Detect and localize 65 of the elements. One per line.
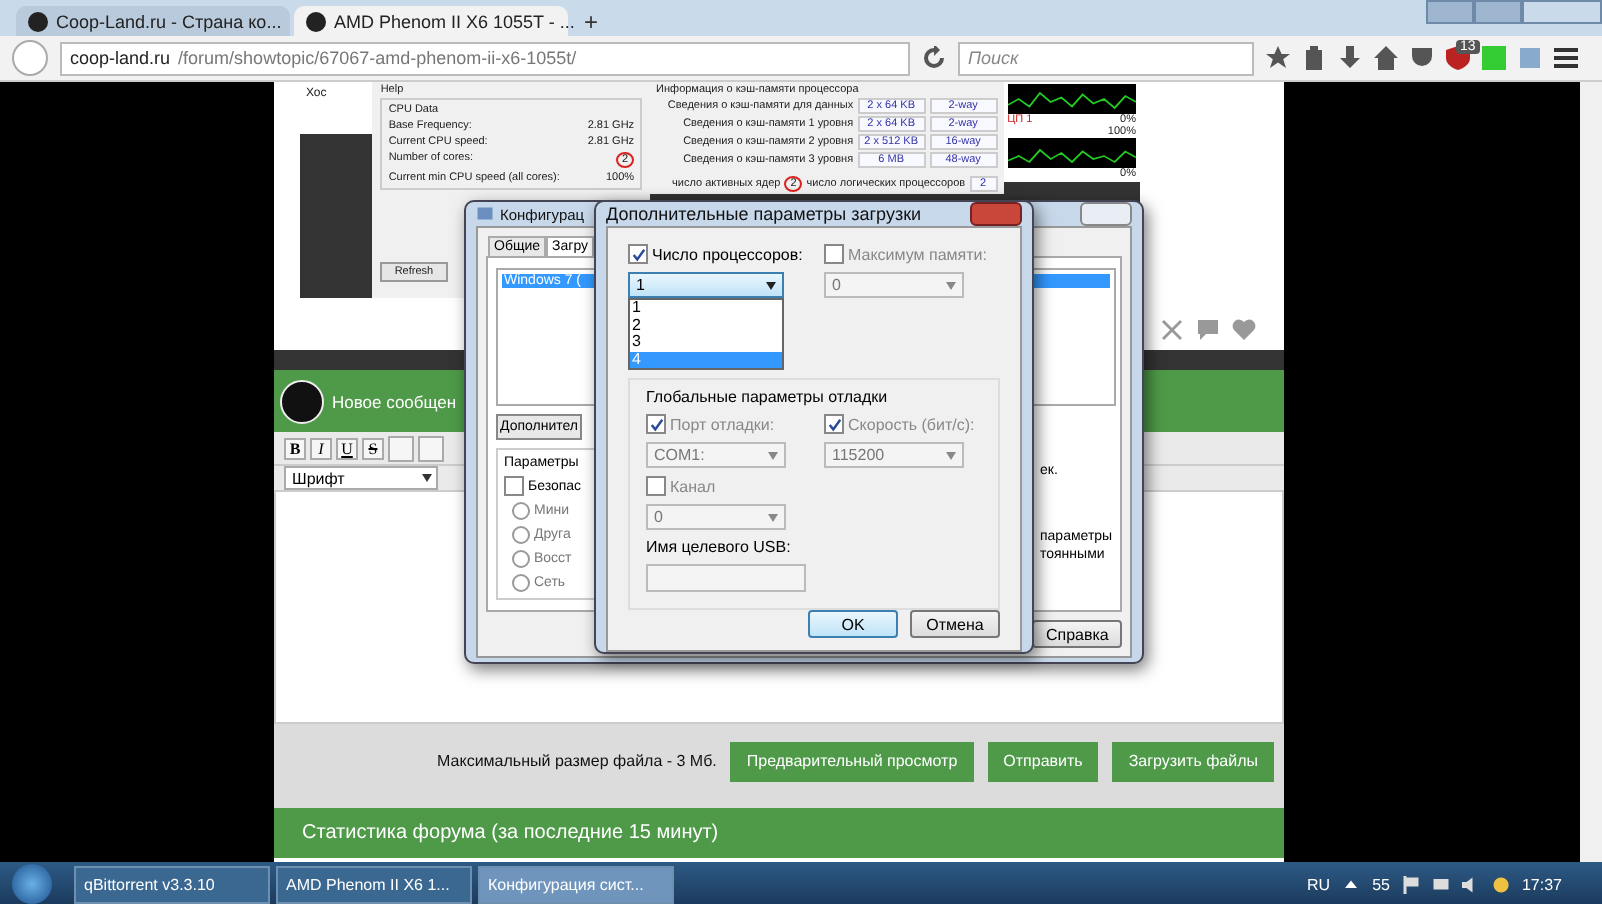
- star-icon[interactable]: [1266, 46, 1290, 70]
- dropdown-arrow-icon[interactable]: [766, 281, 776, 289]
- search-field[interactable]: Поиск: [958, 41, 1254, 75]
- dropdown-arrow-icon[interactable]: [422, 474, 432, 482]
- tray-count: 55: [1372, 875, 1390, 893]
- checkbox[interactable]: [504, 476, 524, 496]
- browser-tab[interactable]: AMD Phenom II X6 1055T - ...: [294, 6, 568, 36]
- menu-icon[interactable]: [1554, 46, 1578, 70]
- up-arrow-icon[interactable]: [1342, 875, 1361, 893]
- comment-icon[interactable]: [1196, 318, 1220, 342]
- option-label: Максимум памяти:: [848, 245, 987, 263]
- browser-tab[interactable]: Coop-Land.ru - Страна ко...: [16, 6, 290, 36]
- format-button[interactable]: U: [336, 437, 358, 459]
- close-button[interactable]: [1080, 202, 1132, 226]
- heart-icon[interactable]: [1232, 318, 1256, 342]
- clipboard-icon[interactable]: [1302, 46, 1326, 70]
- cancel-button[interactable]: Отмена: [910, 610, 1000, 638]
- taskbar-button[interactable]: AMD Phenom II X6 1...: [276, 865, 472, 903]
- new-tab-button[interactable]: +: [572, 8, 611, 36]
- reload-icon[interactable]: [922, 46, 946, 70]
- back-button[interactable]: [12, 40, 48, 76]
- file-size-note: Максимальный размер файла - 3 Мб.: [437, 752, 717, 770]
- start-button[interactable]: [12, 864, 52, 904]
- option-label: Канал: [670, 477, 716, 495]
- dropdown-option[interactable]: 3: [630, 334, 782, 351]
- avatar: [280, 379, 324, 423]
- font-select[interactable]: Шрифт: [284, 466, 438, 490]
- dropdown-option[interactable]: 1: [630, 300, 782, 317]
- language-indicator[interactable]: RU: [1307, 875, 1331, 893]
- section-title: Новое сообщен: [332, 391, 457, 411]
- home-icon[interactable]: [1374, 46, 1398, 70]
- close-button[interactable]: [970, 202, 1022, 226]
- checkbox[interactable]: [628, 244, 648, 264]
- stats-bar: Статистика форума (за последние 15 минут): [274, 808, 1284, 858]
- close-icon[interactable]: [1160, 318, 1184, 342]
- window-icon: [476, 205, 494, 223]
- format-button[interactable]: I: [310, 437, 332, 459]
- format-button[interactable]: B: [284, 437, 306, 459]
- taskbar-button[interactable]: qBittorrent v3.3.10: [74, 865, 270, 903]
- download-icon[interactable]: [1338, 46, 1362, 70]
- radio-button[interactable]: [512, 502, 530, 520]
- clock: 17:37: [1521, 875, 1562, 893]
- option-label: Скорость (бит/с):: [848, 415, 975, 433]
- help-button[interactable]: Справка: [1032, 620, 1122, 648]
- ok-button[interactable]: OK: [808, 610, 898, 638]
- cpu-graph: [1007, 84, 1136, 114]
- group-title: Глобальные параметры отладки: [646, 388, 890, 406]
- site-logo: [28, 11, 48, 31]
- flag-icon[interactable]: [1401, 875, 1420, 893]
- radio-button[interactable]: [512, 526, 530, 544]
- dropdown-option[interactable]: 2: [630, 317, 782, 334]
- option-label: Число процессоров:: [652, 245, 803, 263]
- option-label: Порт отладки:: [670, 415, 775, 433]
- scrollbar[interactable]: [1580, 82, 1602, 862]
- radio-button[interactable]: [512, 574, 530, 592]
- cpu-graph: [1007, 138, 1136, 168]
- close-button[interactable]: [1522, 0, 1602, 24]
- window-title: Дополнительные параметры загрузки: [606, 204, 922, 224]
- usb-label: Имя целевого USB:: [646, 538, 793, 556]
- address-bar[interactable]: coop-land.ru /forum/showtopic/67067-amd-phenom-ii-x6-1055t/: [60, 41, 910, 75]
- radio-button[interactable]: [512, 550, 530, 568]
- usb-field[interactable]: [646, 564, 806, 592]
- sun-icon[interactable]: [1491, 875, 1510, 893]
- site-logo: [306, 11, 326, 31]
- format-button[interactable]: S: [362, 437, 384, 459]
